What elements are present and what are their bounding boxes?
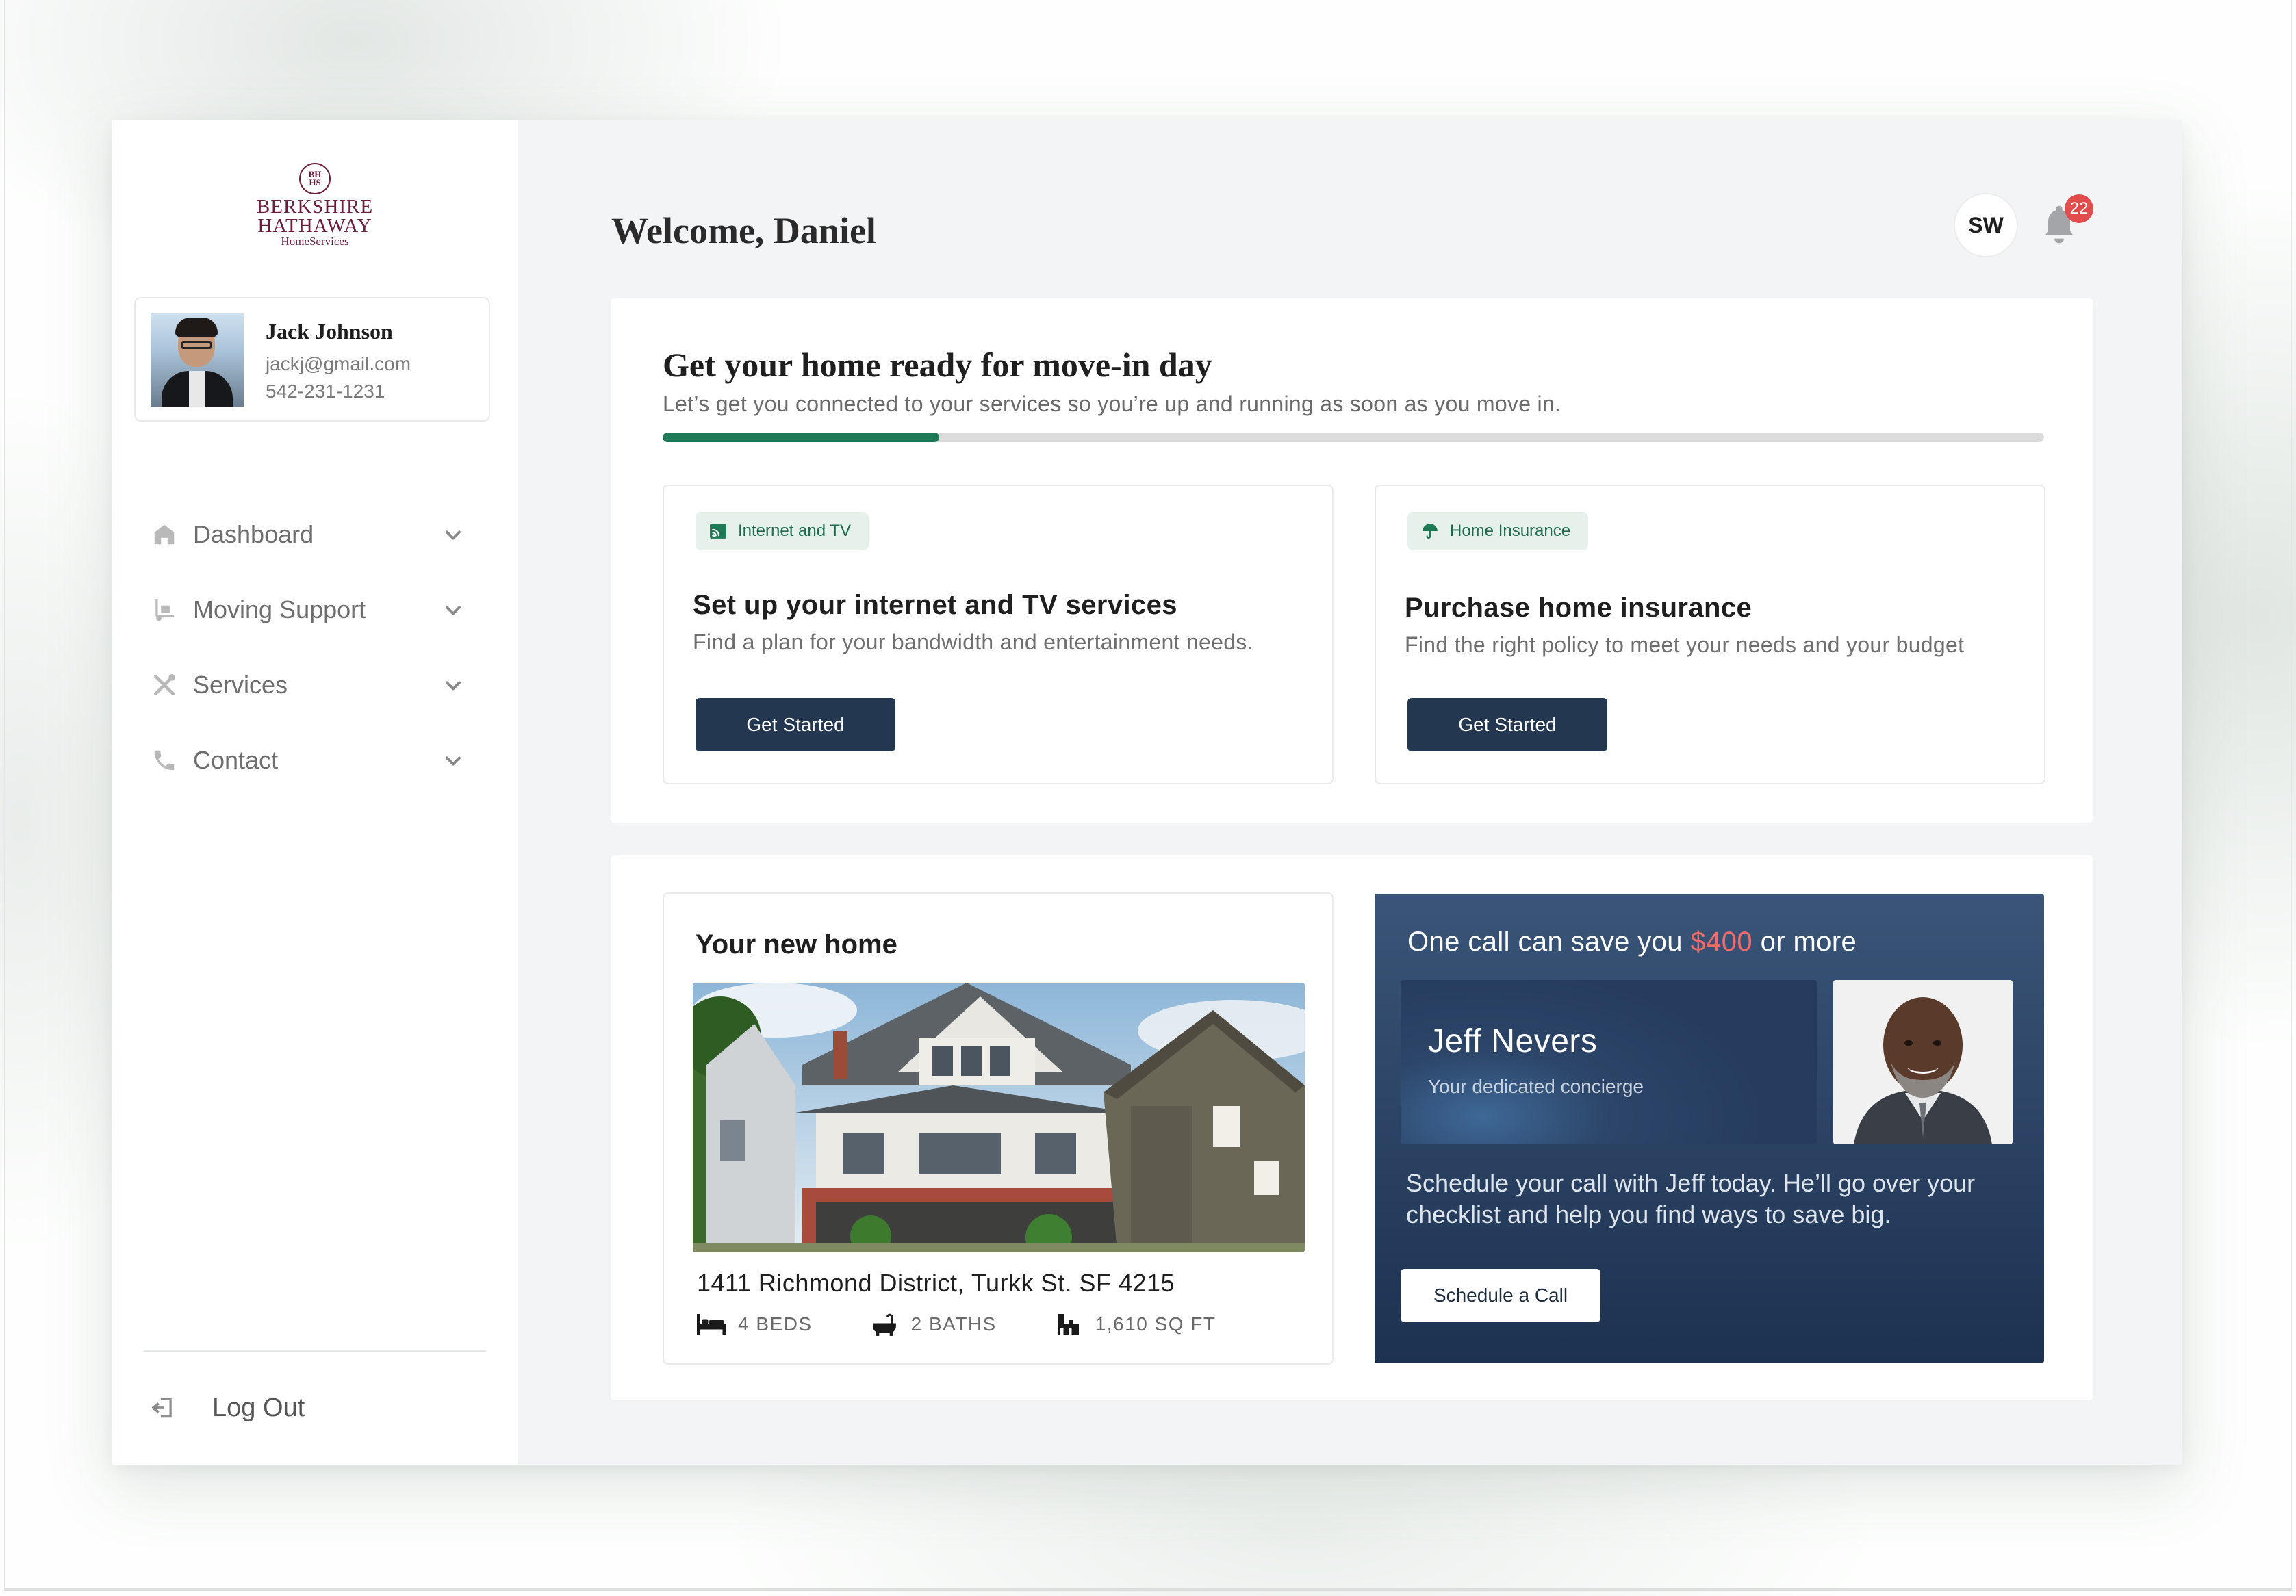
beds-stat: 4 BEDS <box>697 1313 813 1336</box>
sidebar-item-label: Contact <box>193 746 279 774</box>
logout-icon <box>149 1394 177 1421</box>
logout-button[interactable]: Log Out <box>149 1384 305 1432</box>
profile-phone: 542-231-1231 <box>266 381 385 402</box>
service-title: Set up your internet and TV services <box>693 590 1177 620</box>
promo-title-suffix: or more <box>1752 927 1857 957</box>
umbrella-icon <box>1421 522 1439 540</box>
chevron-down-icon[interactable] <box>441 523 465 548</box>
sidebar: BH HS BERKSHIRE HATHAWAY HomeServices Ja… <box>112 120 518 1465</box>
service-description: Find the right policy to meet your needs… <box>1405 632 1965 657</box>
sidebar-nav: Dashboard Moving Support Services Contac… <box>112 497 518 798</box>
insurance-get-started-button[interactable]: Get Started <box>1407 698 1607 751</box>
home-address: 1411 Richmond District, Turkk St. SF 421… <box>697 1269 1175 1297</box>
home-card-title: Your new home <box>696 929 897 960</box>
concierge-role: Your dedicated concierge <box>1428 1076 1644 1097</box>
home-icon <box>151 521 178 548</box>
phone-icon <box>151 747 178 774</box>
tools-icon <box>151 671 178 699</box>
chevron-down-icon[interactable] <box>441 598 465 623</box>
house-photo[interactable] <box>693 983 1305 1252</box>
promo-title-prefix: One call can save you <box>1407 927 1691 957</box>
logo-text-line2: HATHAWAY <box>257 215 372 237</box>
promo-title: One call can save you $400 or more <box>1407 927 1857 957</box>
sqft-stat: 1,610 SQ FT <box>1054 1313 1216 1336</box>
bathtub-icon <box>870 1313 899 1336</box>
promo-amount: $400 <box>1690 927 1753 957</box>
progress-fill <box>663 433 939 442</box>
app-window: BH HS BERKSHIRE HATHAWAY HomeServices Ja… <box>112 120 2182 1465</box>
home-stats: 4 BEDS 2 BATHS 1,610 SQ FT <box>697 1313 1274 1336</box>
concierge-card: Jeff Nevers Your dedicated concierge <box>1401 980 1817 1144</box>
chevron-down-icon[interactable] <box>441 749 465 773</box>
sidebar-divider <box>144 1350 486 1352</box>
internet-tv-card: Internet and TV Set up your internet and… <box>663 485 1334 784</box>
sidebar-item-label: Moving Support <box>193 595 366 623</box>
logo-seal: BH HS <box>299 163 331 194</box>
sidebar-item-label: Services <box>193 671 288 699</box>
user-avatar-button[interactable]: SW <box>1954 193 2018 257</box>
profile-card[interactable]: Jack Johnson jackj@gmail.com 542-231-123… <box>134 297 490 422</box>
notification-badge: 22 <box>2065 194 2093 223</box>
sidebar-item-moving-support[interactable]: Moving Support <box>112 572 518 647</box>
floor-plan-icon <box>1054 1313 1083 1336</box>
move-in-progress-bar <box>663 433 2044 442</box>
promo-description: Schedule your call with Jeff today. He’l… <box>1406 1169 1976 1228</box>
new-home-card: Your new home 1411 Richmond District, Tu… <box>663 892 1334 1365</box>
avatar <box>151 313 244 407</box>
concierge-photo <box>1833 980 2013 1144</box>
internet-tv-tag: Internet and TV <box>696 512 869 550</box>
cast-icon <box>709 522 727 540</box>
concierge-promo: One call can save you $400 or more Jeff … <box>1375 894 2044 1363</box>
schedule-call-button[interactable]: Schedule a Call <box>1401 1269 1600 1322</box>
sidebar-item-contact[interactable]: Contact <box>112 723 518 798</box>
beds-label: 4 BEDS <box>738 1313 813 1335</box>
baths-label: 2 BATHS <box>910 1313 997 1335</box>
sidebar-item-dashboard[interactable]: Dashboard <box>112 497 518 572</box>
logo-text-line1: BERKSHIRE <box>256 196 374 218</box>
service-title: Purchase home insurance <box>1405 593 1752 623</box>
logo-text-line3: HomeServices <box>281 235 349 248</box>
brand-logo[interactable]: BH HS BERKSHIRE HATHAWAY HomeServices <box>112 163 518 248</box>
move-in-title: Get your home ready for move-in day <box>663 346 1212 384</box>
internet-get-started-button[interactable]: Get Started <box>696 698 895 751</box>
baths-stat: 2 BATHS <box>870 1313 997 1336</box>
move-in-subtitle: Let’s get you connected to your services… <box>663 391 1561 416</box>
service-description: Find a plan for your bandwidth and enter… <box>693 630 1253 654</box>
profile-name: Jack Johnson <box>266 319 393 344</box>
logout-label: Log Out <box>212 1393 305 1422</box>
bed-icon <box>697 1313 726 1336</box>
home-panel: Your new home 1411 Richmond District, Tu… <box>611 855 2093 1400</box>
tag-label: Internet and TV <box>738 522 851 540</box>
sqft-label: 1,610 SQ FT <box>1095 1313 1216 1335</box>
move-in-panel: Get your home ready for move-in day Let’… <box>611 298 2093 823</box>
tag-label: Home Insurance <box>1450 522 1571 540</box>
page-title: Welcome, Daniel <box>611 210 876 251</box>
hand-truck-icon <box>151 596 178 623</box>
concierge-name: Jeff Nevers <box>1428 1023 1598 1059</box>
home-insurance-tag: Home Insurance <box>1407 512 1589 550</box>
chevron-down-icon[interactable] <box>441 673 465 698</box>
sidebar-item-label: Dashboard <box>193 520 314 548</box>
home-insurance-card: Home Insurance Purchase home insurance F… <box>1375 485 2045 784</box>
profile-email: jackj@gmail.com <box>266 353 411 374</box>
sidebar-item-services[interactable]: Services <box>112 647 518 723</box>
